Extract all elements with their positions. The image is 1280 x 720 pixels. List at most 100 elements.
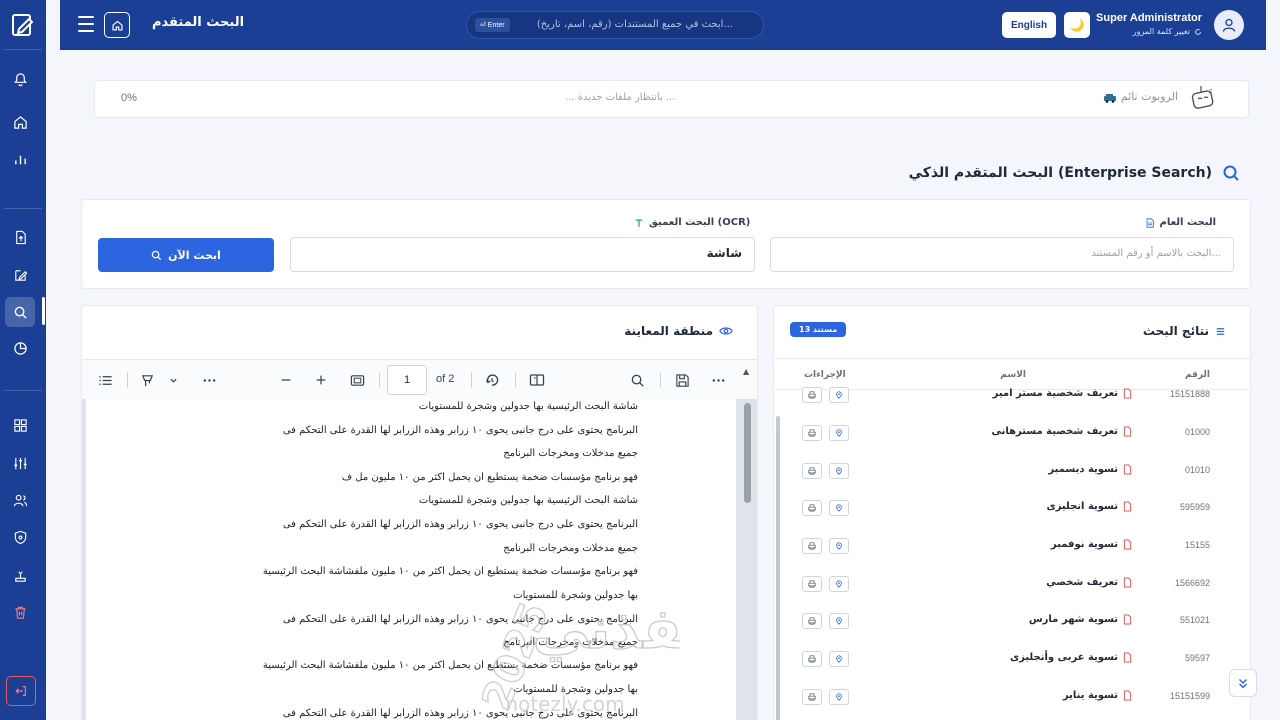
robot-waiting-text: ... بانتظار ملفات جديدة ... bbox=[565, 92, 676, 103]
statistics-icon[interactable] bbox=[5, 144, 35, 174]
result-row[interactable]: 1566692 تعريف شخصي bbox=[774, 566, 1250, 604]
result-row[interactable]: 595959 تسوية انجليزى bbox=[774, 490, 1250, 528]
print-button[interactable] bbox=[802, 387, 822, 403]
print-button[interactable] bbox=[802, 576, 822, 592]
print-button[interactable] bbox=[802, 689, 822, 705]
page-title: البحث المتقدم الذكي (Enterprise Search) bbox=[908, 165, 1212, 181]
change-password-link[interactable]: تغيير كلمة المرور bbox=[1133, 27, 1202, 36]
edit-document-icon[interactable] bbox=[5, 260, 35, 290]
result-row[interactable]: 15151599 تسوية يناير bbox=[774, 679, 1250, 717]
locate-button[interactable] bbox=[829, 425, 849, 441]
document-icon bbox=[1123, 690, 1132, 701]
result-row[interactable]: 551021 تسوية شهر مارس bbox=[774, 603, 1250, 641]
document-icon bbox=[1123, 652, 1132, 663]
result-name[interactable]: تسوية شهر مارس bbox=[1029, 614, 1132, 625]
pdf-text-line: البرنامج يحتوى على درج جانبى يحوى ١٠ زرا… bbox=[282, 519, 638, 530]
advanced-search-icon[interactable] bbox=[5, 297, 35, 327]
page-number-input[interactable]: 1 bbox=[387, 365, 427, 395]
printer-icon bbox=[808, 467, 816, 475]
result-row[interactable]: 59597 تسوية عربى وأنجليزى bbox=[774, 641, 1250, 679]
home-icon[interactable] bbox=[5, 107, 35, 137]
locate-button[interactable] bbox=[829, 689, 849, 705]
language-toggle-button[interactable]: English bbox=[1002, 12, 1056, 38]
zoom-out-icon[interactable] bbox=[277, 371, 295, 389]
result-row[interactable]: 01010 تسوية ديسمبر bbox=[774, 453, 1250, 491]
pdf-search-icon[interactable] bbox=[628, 371, 646, 389]
more-options-icon[interactable] bbox=[200, 371, 218, 389]
locate-button[interactable] bbox=[829, 500, 849, 516]
result-name[interactable]: تسوية عربى وأنجليزى bbox=[1010, 652, 1132, 663]
print-button[interactable] bbox=[802, 425, 822, 441]
menu-toggle-icon[interactable] bbox=[76, 14, 96, 34]
save-icon[interactable] bbox=[673, 371, 691, 389]
sleeping-robot-icon: z bbox=[1191, 86, 1214, 109]
fit-page-icon[interactable] bbox=[348, 371, 366, 389]
security-shield-icon[interactable] bbox=[5, 522, 35, 552]
svg-text:z: z bbox=[1209, 88, 1212, 95]
pdf-scrollbar[interactable] bbox=[744, 403, 751, 503]
notifications-bell-icon[interactable] bbox=[5, 64, 35, 94]
scroll-up-icon[interactable]: ▲ bbox=[743, 367, 749, 376]
reports-pie-icon[interactable] bbox=[5, 333, 35, 363]
search-icon bbox=[151, 250, 162, 260]
robot-status-bar: z الروبوت نائم ... بانتظار ملفات جديدة .… bbox=[94, 80, 1249, 118]
robot-arm-icon[interactable] bbox=[5, 560, 35, 590]
deep-search-value: شاشة bbox=[706, 246, 742, 260]
zoom-in-icon[interactable] bbox=[312, 371, 330, 389]
page-view-icon[interactable] bbox=[528, 371, 546, 389]
printer-icon bbox=[808, 617, 816, 625]
result-name[interactable]: تسوية نوفمبر bbox=[1051, 539, 1132, 550]
result-row[interactable]: 01000 تعريف شخصية مسترهانى bbox=[774, 415, 1250, 453]
settings-sliders-icon[interactable] bbox=[5, 448, 35, 478]
chevron-down-icon[interactable] bbox=[164, 371, 182, 389]
scroll-to-bottom-button[interactable] bbox=[1229, 669, 1257, 697]
result-row[interactable]: 15155 تسوية نوفمبر bbox=[774, 528, 1250, 566]
printer-icon bbox=[808, 429, 816, 437]
document-upload-icon[interactable] bbox=[5, 222, 35, 252]
document-icon bbox=[1123, 426, 1132, 437]
locate-button[interactable] bbox=[829, 613, 849, 629]
enter-key-hint: ⏎ Enter bbox=[475, 18, 510, 32]
locate-button[interactable] bbox=[829, 651, 849, 667]
print-button[interactable] bbox=[802, 500, 822, 516]
results-scrollbar[interactable] bbox=[776, 416, 780, 720]
print-button[interactable] bbox=[802, 463, 822, 479]
locate-button[interactable] bbox=[829, 576, 849, 592]
trash-icon[interactable] bbox=[5, 597, 35, 627]
locate-button[interactable] bbox=[829, 463, 849, 479]
result-name-text: تسوية نوفمبر bbox=[1050, 539, 1118, 550]
highlight-icon[interactable] bbox=[138, 371, 156, 389]
result-name[interactable]: تعريف شخصية مسترهانى bbox=[991, 426, 1132, 437]
dashboard-grid-icon[interactable] bbox=[5, 410, 35, 440]
deep-search-input[interactable]: شاشة bbox=[290, 237, 755, 272]
result-name[interactable]: تسوية انجليزى bbox=[1047, 501, 1132, 512]
location-pin-icon bbox=[836, 617, 842, 625]
general-search-input[interactable]: البحث بالاسم أو رقم المستند... bbox=[770, 237, 1234, 272]
rotate-icon[interactable] bbox=[483, 371, 501, 389]
user-avatar[interactable] bbox=[1214, 10, 1244, 40]
search-now-button[interactable]: ابحث الآن bbox=[98, 238, 274, 272]
pdf-viewport[interactable]: شاشة البحث الرئيسية بها جدولين وشجرة للم… bbox=[82, 399, 757, 720]
result-name[interactable]: تعريف شخصية مستر امير bbox=[993, 388, 1132, 399]
outline-list-icon[interactable] bbox=[96, 371, 114, 389]
app-logo-icon[interactable] bbox=[10, 12, 36, 38]
locate-button[interactable] bbox=[829, 387, 849, 403]
result-name[interactable]: تعريف شخصي bbox=[1046, 577, 1132, 588]
print-button[interactable] bbox=[802, 538, 822, 554]
change-password-label: تغيير كلمة المرور bbox=[1132, 27, 1190, 36]
locate-button[interactable] bbox=[829, 538, 849, 554]
global-search-input[interactable]: ابحث في جميع المستندات (رقم، اسم، تاريخ)… bbox=[466, 11, 764, 39]
dark-mode-toggle-button[interactable]: 🌙 bbox=[1064, 12, 1090, 38]
print-button[interactable] bbox=[802, 613, 822, 629]
eye-icon bbox=[719, 327, 733, 335]
result-row[interactable]: 15151888 تعريف شخصية مستر امير bbox=[774, 377, 1250, 415]
pdf-text-line: البرنامج يحتوى على درج جانبى يحوى ١٠ زرا… bbox=[282, 614, 638, 625]
result-name[interactable]: تسوية يناير bbox=[1063, 690, 1132, 701]
home-button[interactable] bbox=[104, 12, 130, 38]
logout-button[interactable] bbox=[6, 676, 36, 706]
result-name[interactable]: تسوية ديسمبر bbox=[1048, 464, 1132, 475]
more-actions-icon[interactable] bbox=[709, 371, 727, 389]
result-name-text: تسوية انجليزى bbox=[1046, 501, 1118, 512]
users-icon[interactable] bbox=[5, 485, 35, 515]
print-button[interactable] bbox=[802, 651, 822, 667]
